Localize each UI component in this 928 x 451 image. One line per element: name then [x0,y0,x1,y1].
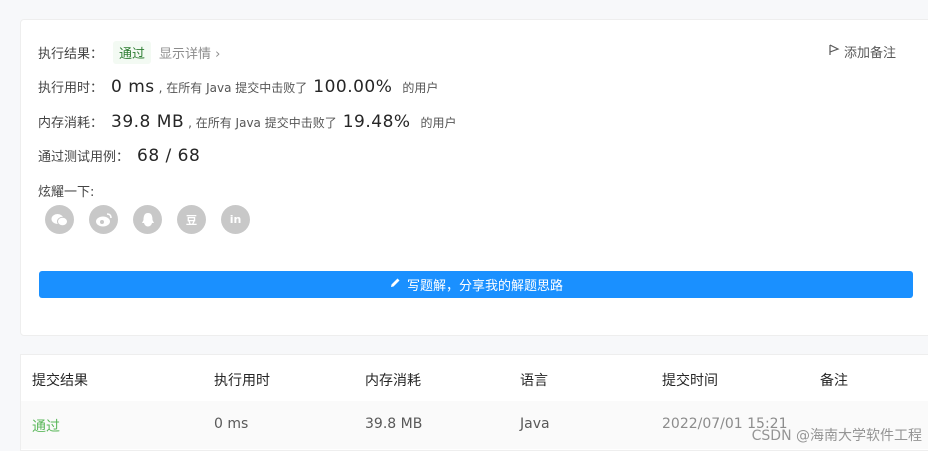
douban-glyph: 豆 [186,213,197,227]
result-label: 执行结果： [38,47,104,62]
pencil-icon [389,277,401,293]
qq-icon[interactable] [133,205,162,234]
memory-percent: 19.48% [342,112,411,132]
add-note-button[interactable]: 添加备注 [829,42,896,61]
flag-icon [829,43,840,60]
linkedin-icon[interactable]: in [221,205,250,234]
memory-row: 内存消耗： 39.8 MB , 在所有 Java 提交中击败了 19.48% 的… [38,112,457,132]
result-row: 执行结果： 通过 显示详情 › [38,41,220,64]
runtime-suffix: 的用户 [402,81,439,95]
memory-text: , 在所有 Java 提交中击败了 [188,116,337,130]
header-result: 提交结果 [32,373,88,389]
header-note: 备注 [820,373,848,389]
memory-value: 39.8 MB [111,112,185,132]
runtime-row: 执行用时： 0 ms , 在所有 Java 提交中击败了 100.00% 的用户 [38,77,438,97]
tests-value: 68 / 68 [137,146,201,166]
row-runtime: 0 ms [214,416,249,432]
row-memory: 39.8 MB [365,416,423,432]
tests-row: 通过测试用例： 68 / 68 [38,146,200,166]
add-note-label: 添加备注 [844,46,897,61]
memory-suffix: 的用户 [420,116,457,130]
runtime-value: 0 ms [111,77,155,97]
wechat-icon[interactable] [45,205,74,234]
header-memory: 内存消耗 [365,373,421,389]
tests-label: 通过测试用例： [38,150,130,165]
share-icons: 豆 in [45,205,250,234]
header-time: 提交时间 [662,373,718,389]
memory-label: 内存消耗： [38,116,104,131]
runtime-percent: 100.00% [313,77,393,97]
status-badge: 通过 [113,41,152,64]
row-language: Java [520,416,550,432]
submission-result-card: 执行结果： 通过 显示详情 › 添加备注 执行用时： 0 ms , 在所有 Ja… [20,19,928,336]
row-result[interactable]: 通过 [32,416,60,436]
header-runtime: 执行用时 [214,373,270,389]
runtime-label: 执行用时： [38,81,104,96]
show-details-link[interactable]: 显示详情 › [159,43,220,62]
runtime-text: , 在所有 Java 提交中击败了 [158,81,308,95]
write-solution-label: 写题解，分享我的解题思路 [406,279,563,294]
linkedin-glyph: in [229,213,242,226]
share-row: 炫耀一下: [38,181,94,200]
header-language: 语言 [520,373,548,389]
write-solution-button[interactable]: 写题解，分享我的解题思路 [39,271,913,298]
watermark: CSDN @海南大学软件工程 [751,428,922,444]
share-label: 炫耀一下: [38,185,95,200]
weibo-icon[interactable] [89,205,118,234]
douban-icon[interactable]: 豆 [177,205,206,234]
